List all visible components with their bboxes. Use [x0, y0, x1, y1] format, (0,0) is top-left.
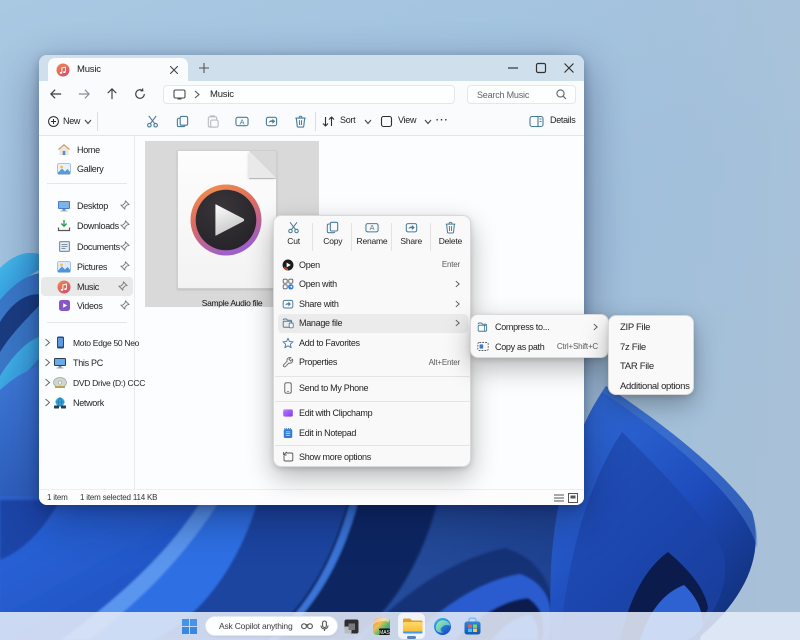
- svg-text:MAS: MAS: [379, 629, 391, 635]
- svg-text:A: A: [240, 117, 245, 126]
- svg-text:A: A: [370, 223, 375, 232]
